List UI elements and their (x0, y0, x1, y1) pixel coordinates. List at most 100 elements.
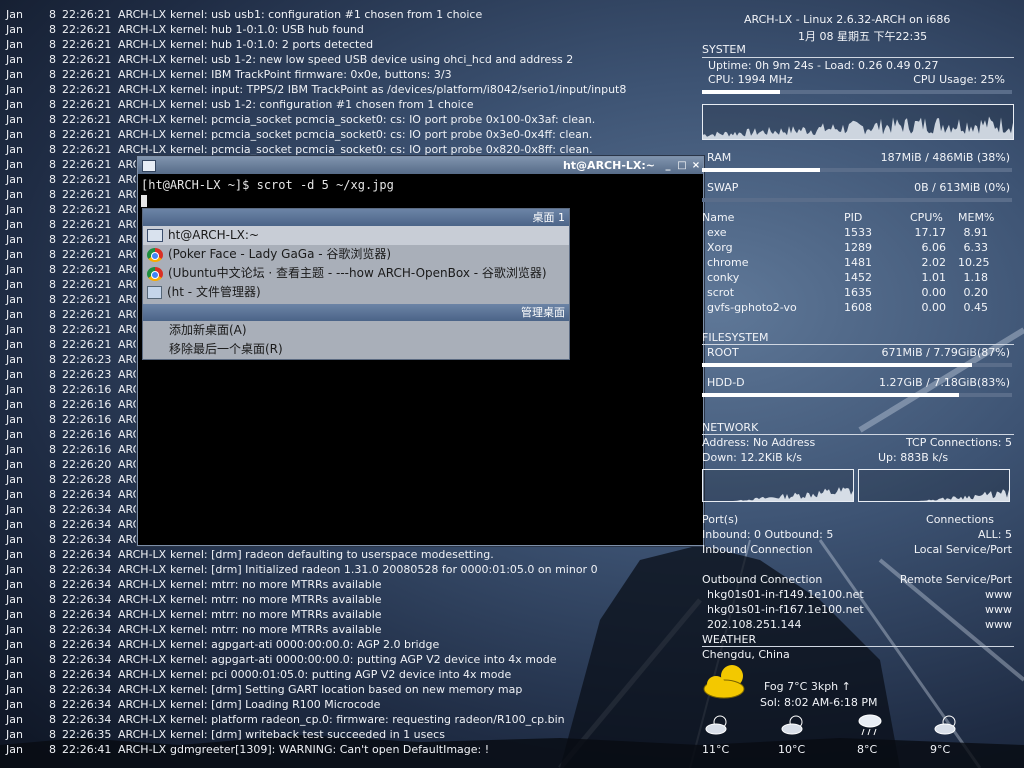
process-cell: Xorg (707, 241, 733, 254)
syslog-field: Jan (6, 188, 23, 201)
menu-item-terminal[interactable]: ht@ARCH-LX:~ (143, 226, 569, 245)
syslog-field: Jan (6, 23, 23, 36)
forecast-temp: 8°C (857, 743, 878, 756)
outbound-service: www (985, 618, 1012, 631)
syslog-field: Jan (6, 413, 23, 426)
syslog-field: 22:26:21 (62, 143, 112, 156)
conky-panel: ARCH-LX - Linux 2.6.32-ARCH on i686 1月 0… (700, 0, 1024, 768)
maximize-button[interactable]: □ (675, 160, 689, 171)
cpu-frequency: CPU: 1994 MHz (708, 73, 793, 86)
syslog-field: Jan (6, 458, 23, 471)
syslog-field: gdmgreeter[1309]: WARNING: Can't open De… (170, 743, 490, 756)
inbound-outbound-count: Inbound: 0 Outbound: 5 (702, 528, 834, 541)
syslog-line: Jan 8 22:26:41 ARCH-LX gdmgreeter[1309]: WAR… (6, 742, 626, 757)
syslog-field: Jan (6, 143, 23, 156)
menu-item-chrome-ubuntu[interactable]: (Ubuntu中文论坛 · 查看主题 - ---how ARCH-OpenBox… (143, 264, 569, 283)
syslog-field: kernel: input: TPPS/2 IBM TrackPoint as … (170, 83, 627, 96)
conky-host-line: ARCH-LX - Linux 2.6.32-ARCH on i686 (744, 13, 951, 26)
process-cell: exe (707, 226, 727, 239)
syslog-field: 22:26:34 (62, 668, 112, 681)
connections-label: Connections (926, 513, 994, 526)
syslog-field: Jan (6, 683, 23, 696)
syslog-field: 22:26:34 (62, 653, 112, 666)
syslog-field: 8 (49, 548, 56, 561)
proc-header-cpu: CPU% (910, 211, 943, 224)
process-cell: chrome (707, 256, 749, 269)
syslog-field: kernel: platform radeon_cp.0: firmware: … (170, 713, 565, 726)
syslog-field: 8 (49, 128, 56, 141)
process-cell: 10.25 (958, 256, 990, 269)
syslog-field: 22:26:21 (62, 323, 112, 336)
section-filesystem: FILESYSTEM (702, 331, 769, 344)
syslog-field: ARCH-LX (118, 548, 167, 561)
syslog-field: 22:26:21 (62, 188, 112, 201)
syslog-field: 8 (49, 383, 56, 396)
section-network: NETWORK (702, 421, 759, 434)
process-cell: scrot (707, 286, 735, 299)
menu-item-file-manager[interactable]: (ht - 文件管理器) (143, 283, 569, 302)
menu-item-remove-desktop[interactable]: 移除最后一个桌面(R) (143, 340, 569, 359)
syslog-field: kernel: [drm] writeback test succeeded i… (170, 728, 445, 741)
syslog-field: kernel: pci 0000:01:05.0: putting AGP V2… (170, 668, 512, 681)
syslog-field: 8 (49, 233, 56, 246)
syslog-field: Jan (6, 278, 23, 291)
syslog-field: 8 (49, 143, 56, 156)
syslog-field: 8 (49, 23, 56, 36)
syslog-field: Jan (6, 428, 23, 441)
terminal-titlebar[interactable]: ht@ARCH-LX:~ _ □ × (138, 157, 703, 174)
syslog-field: 22:26:41 (62, 743, 112, 756)
syslog-field: Jan (6, 578, 23, 591)
outbound-host: hkg01s01-in-f149.1e100.net (707, 588, 864, 601)
syslog-field: 22:26:21 (62, 338, 112, 351)
syslog-field: 22:26:21 (62, 68, 112, 81)
syslog-field: 22:26:28 (62, 473, 112, 486)
syslog-line: Jan 8 22:26:34 ARCH-LX kernel: agpgart-ati 0… (6, 652, 626, 667)
terminal-prompt-line[interactable]: [ht@ARCH-LX ~]$ scrot -d 5 ~/xg.jpg (141, 178, 700, 193)
all-connections: ALL: 5 (978, 528, 1012, 541)
menu-header-manage: 管理桌面 (143, 304, 569, 321)
menu-item-chrome-pokerface[interactable]: (Poker Face - Lady GaGa - 谷歌浏览器) (143, 245, 569, 264)
process-cell: 2.02 (921, 256, 947, 269)
syslog-field: 8 (49, 203, 56, 216)
syslog-field: 8 (49, 698, 56, 711)
section-system: SYSTEM (702, 43, 746, 56)
syslog-field: 22:26:16 (62, 383, 112, 396)
menu-item-add-desktop[interactable]: 添加新桌面(A) (143, 321, 569, 340)
syslog-field: Jan (6, 8, 23, 21)
process-cell: 17.17 (914, 226, 947, 239)
upload-graph (858, 469, 1010, 502)
syslog-field: 22:26:16 (62, 443, 112, 456)
desktop-window-menu[interactable]: 桌面 1 ht@ARCH-LX:~ (Poker Face - Lady GaG… (142, 208, 570, 360)
syslog-field: 8 (49, 38, 56, 51)
folder-home-icon (147, 286, 162, 299)
syslog-field: 8 (49, 653, 56, 666)
syslog-field: 22:26:21 (62, 263, 112, 276)
syslog-field: Jan (6, 248, 23, 261)
syslog-field: 22:26:21 (62, 248, 112, 261)
syslog-field: Jan (6, 203, 23, 216)
syslog-field: 8 (49, 68, 56, 81)
syslog-field: Jan (6, 308, 23, 321)
syslog-field: 22:26:35 (62, 728, 112, 741)
syslog-field: Jan (6, 623, 23, 636)
syslog-field: 8 (49, 443, 56, 456)
syslog-field: Jan (6, 593, 23, 606)
syslog-field: ARCH-LX (118, 683, 167, 696)
partly-cloudy-icon (781, 715, 803, 735)
syslog-field: 22:26:34 (62, 608, 112, 621)
syslog-field: 8 (49, 458, 56, 471)
syslog-line: Jan 8 22:26:21 ARCH-LX kernel: input: TPPS/2… (6, 82, 626, 97)
syslog-field: 22:26:34 (62, 698, 112, 711)
syslog-field: ARCH-LX (118, 23, 167, 36)
syslog-field: 22:26:21 (62, 128, 112, 141)
syslog-line: Jan 8 22:26:21 ARCH-LX kernel: usb 1-2: new … (6, 52, 626, 67)
syslog-field: 22:26:34 (62, 623, 112, 636)
ports-label: Port(s) (702, 513, 739, 526)
root-label: ROOT (707, 346, 739, 359)
process-cell: conky (707, 271, 740, 284)
cpu-usage-bar (702, 90, 1012, 94)
minimize-button[interactable]: _ (661, 160, 675, 171)
syslog-field: Jan (6, 743, 23, 756)
outbound-service: www (985, 588, 1012, 601)
syslog-field: ARCH-LX (118, 38, 167, 51)
